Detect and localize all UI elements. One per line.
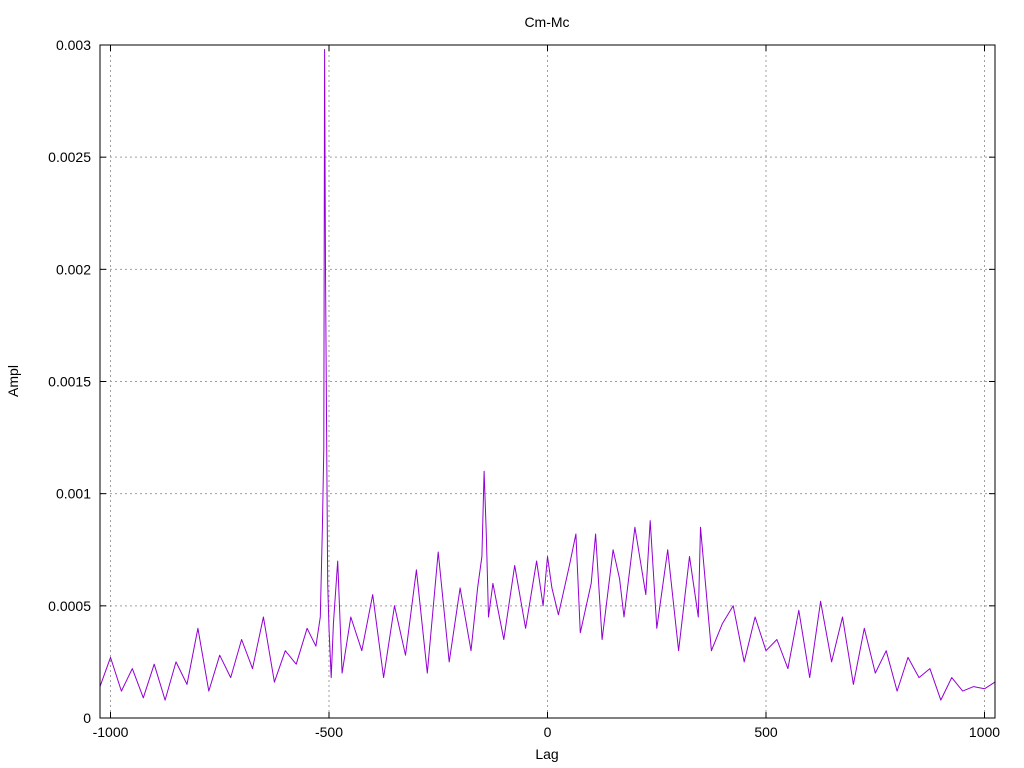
x-tick-label: -1000 <box>93 724 129 740</box>
tick-labels: -1000 -500 0 500 1000 0 0.0005 0.001 0.0015 0.002… <box>48 37 1000 740</box>
y-tick-label: 0.0025 <box>48 149 91 165</box>
x-axis-label: Lag <box>535 746 558 762</box>
y-tick-label: 0.003 <box>56 37 91 53</box>
y-tick-label: 0.002 <box>56 261 91 277</box>
x-tick-label: -500 <box>315 724 343 740</box>
y-tick-label: 0 <box>83 710 91 726</box>
y-tick-label: 0.0015 <box>48 374 91 390</box>
y-axis-label: Ampl <box>5 365 21 397</box>
series-line <box>99 49 996 701</box>
x-tick-label: 1000 <box>969 724 1000 740</box>
grid-lines <box>100 45 995 718</box>
x-tick-label: 0 <box>544 724 552 740</box>
y-tick-label: 0.001 <box>56 486 91 502</box>
x-tick-label: 500 <box>754 724 778 740</box>
y-tick-label: 0.0005 <box>48 598 91 614</box>
series-group <box>99 49 996 701</box>
chart: Cm-Mc Ampl Lag -1000 -500 0 500 1000 0 0.0005 0… <box>5 14 1000 762</box>
chart-title: Cm-Mc <box>524 14 569 30</box>
